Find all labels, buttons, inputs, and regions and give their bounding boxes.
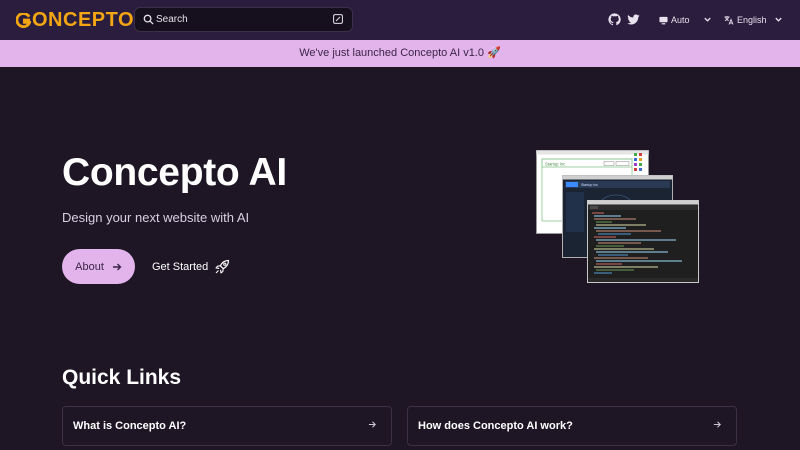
language-selector[interactable]: English — [724, 13, 767, 27]
announcement-text: We've just launched Concepto AI v1.0 🚀 — [299, 47, 501, 59]
site-logo[interactable]: ONCEPTO — [16, 9, 134, 32]
quick-link-label: How does Concepto AI work? — [418, 420, 573, 432]
arrow-right-icon — [713, 421, 721, 428]
github-icon[interactable] — [608, 13, 621, 26]
top-navbar: ONCEPTO Search Auto English — [0, 0, 800, 40]
get-started-button[interactable]: Get Started — [152, 257, 230, 277]
mockup-window-title: Startup Inc — [545, 162, 565, 167]
hero-illustration: Startup Inc Startup Inc — [536, 150, 699, 283]
quick-link-card[interactable]: What is Concepto AI? — [62, 406, 392, 446]
get-started-label: Get Started — [152, 261, 209, 273]
logo-g-icon — [16, 13, 31, 28]
chevron-down-icon[interactable] — [703, 15, 712, 24]
code-editor-screenshot — [587, 200, 699, 283]
arrow-right-icon — [112, 263, 122, 270]
theme-selector[interactable]: Auto — [659, 13, 690, 27]
search-bar[interactable]: Search — [134, 7, 353, 32]
about-button-label: About — [75, 260, 104, 273]
hero-title: Concepto AI — [62, 151, 287, 194]
display-icon — [659, 16, 668, 24]
mockup-dark-title: Startup Inc — [581, 183, 598, 187]
about-button[interactable]: About — [62, 249, 135, 284]
search-icon — [143, 14, 154, 25]
arrow-right-icon — [368, 421, 376, 428]
quick-links-title: Quick Links — [62, 366, 182, 389]
logo-text: ONCEPTO — [32, 9, 135, 31]
search-placeholder: Search — [156, 14, 188, 25]
keyboard-shortcut-icon — [333, 14, 343, 24]
translate-icon — [724, 16, 734, 25]
language-label: English — [737, 15, 767, 25]
rocket-icon — [215, 259, 230, 274]
hero-subtitle: Design your next website with AI — [62, 210, 250, 225]
quick-link-label: What is Concepto AI? — [73, 420, 187, 432]
theme-label: Auto — [671, 15, 690, 25]
twitter-icon[interactable] — [627, 13, 640, 26]
quick-link-card[interactable]: How does Concepto AI work? — [407, 406, 737, 446]
announcement-bar: We've just launched Concepto AI v1.0 🚀 — [0, 40, 800, 67]
chevron-down-icon[interactable] — [774, 15, 783, 24]
